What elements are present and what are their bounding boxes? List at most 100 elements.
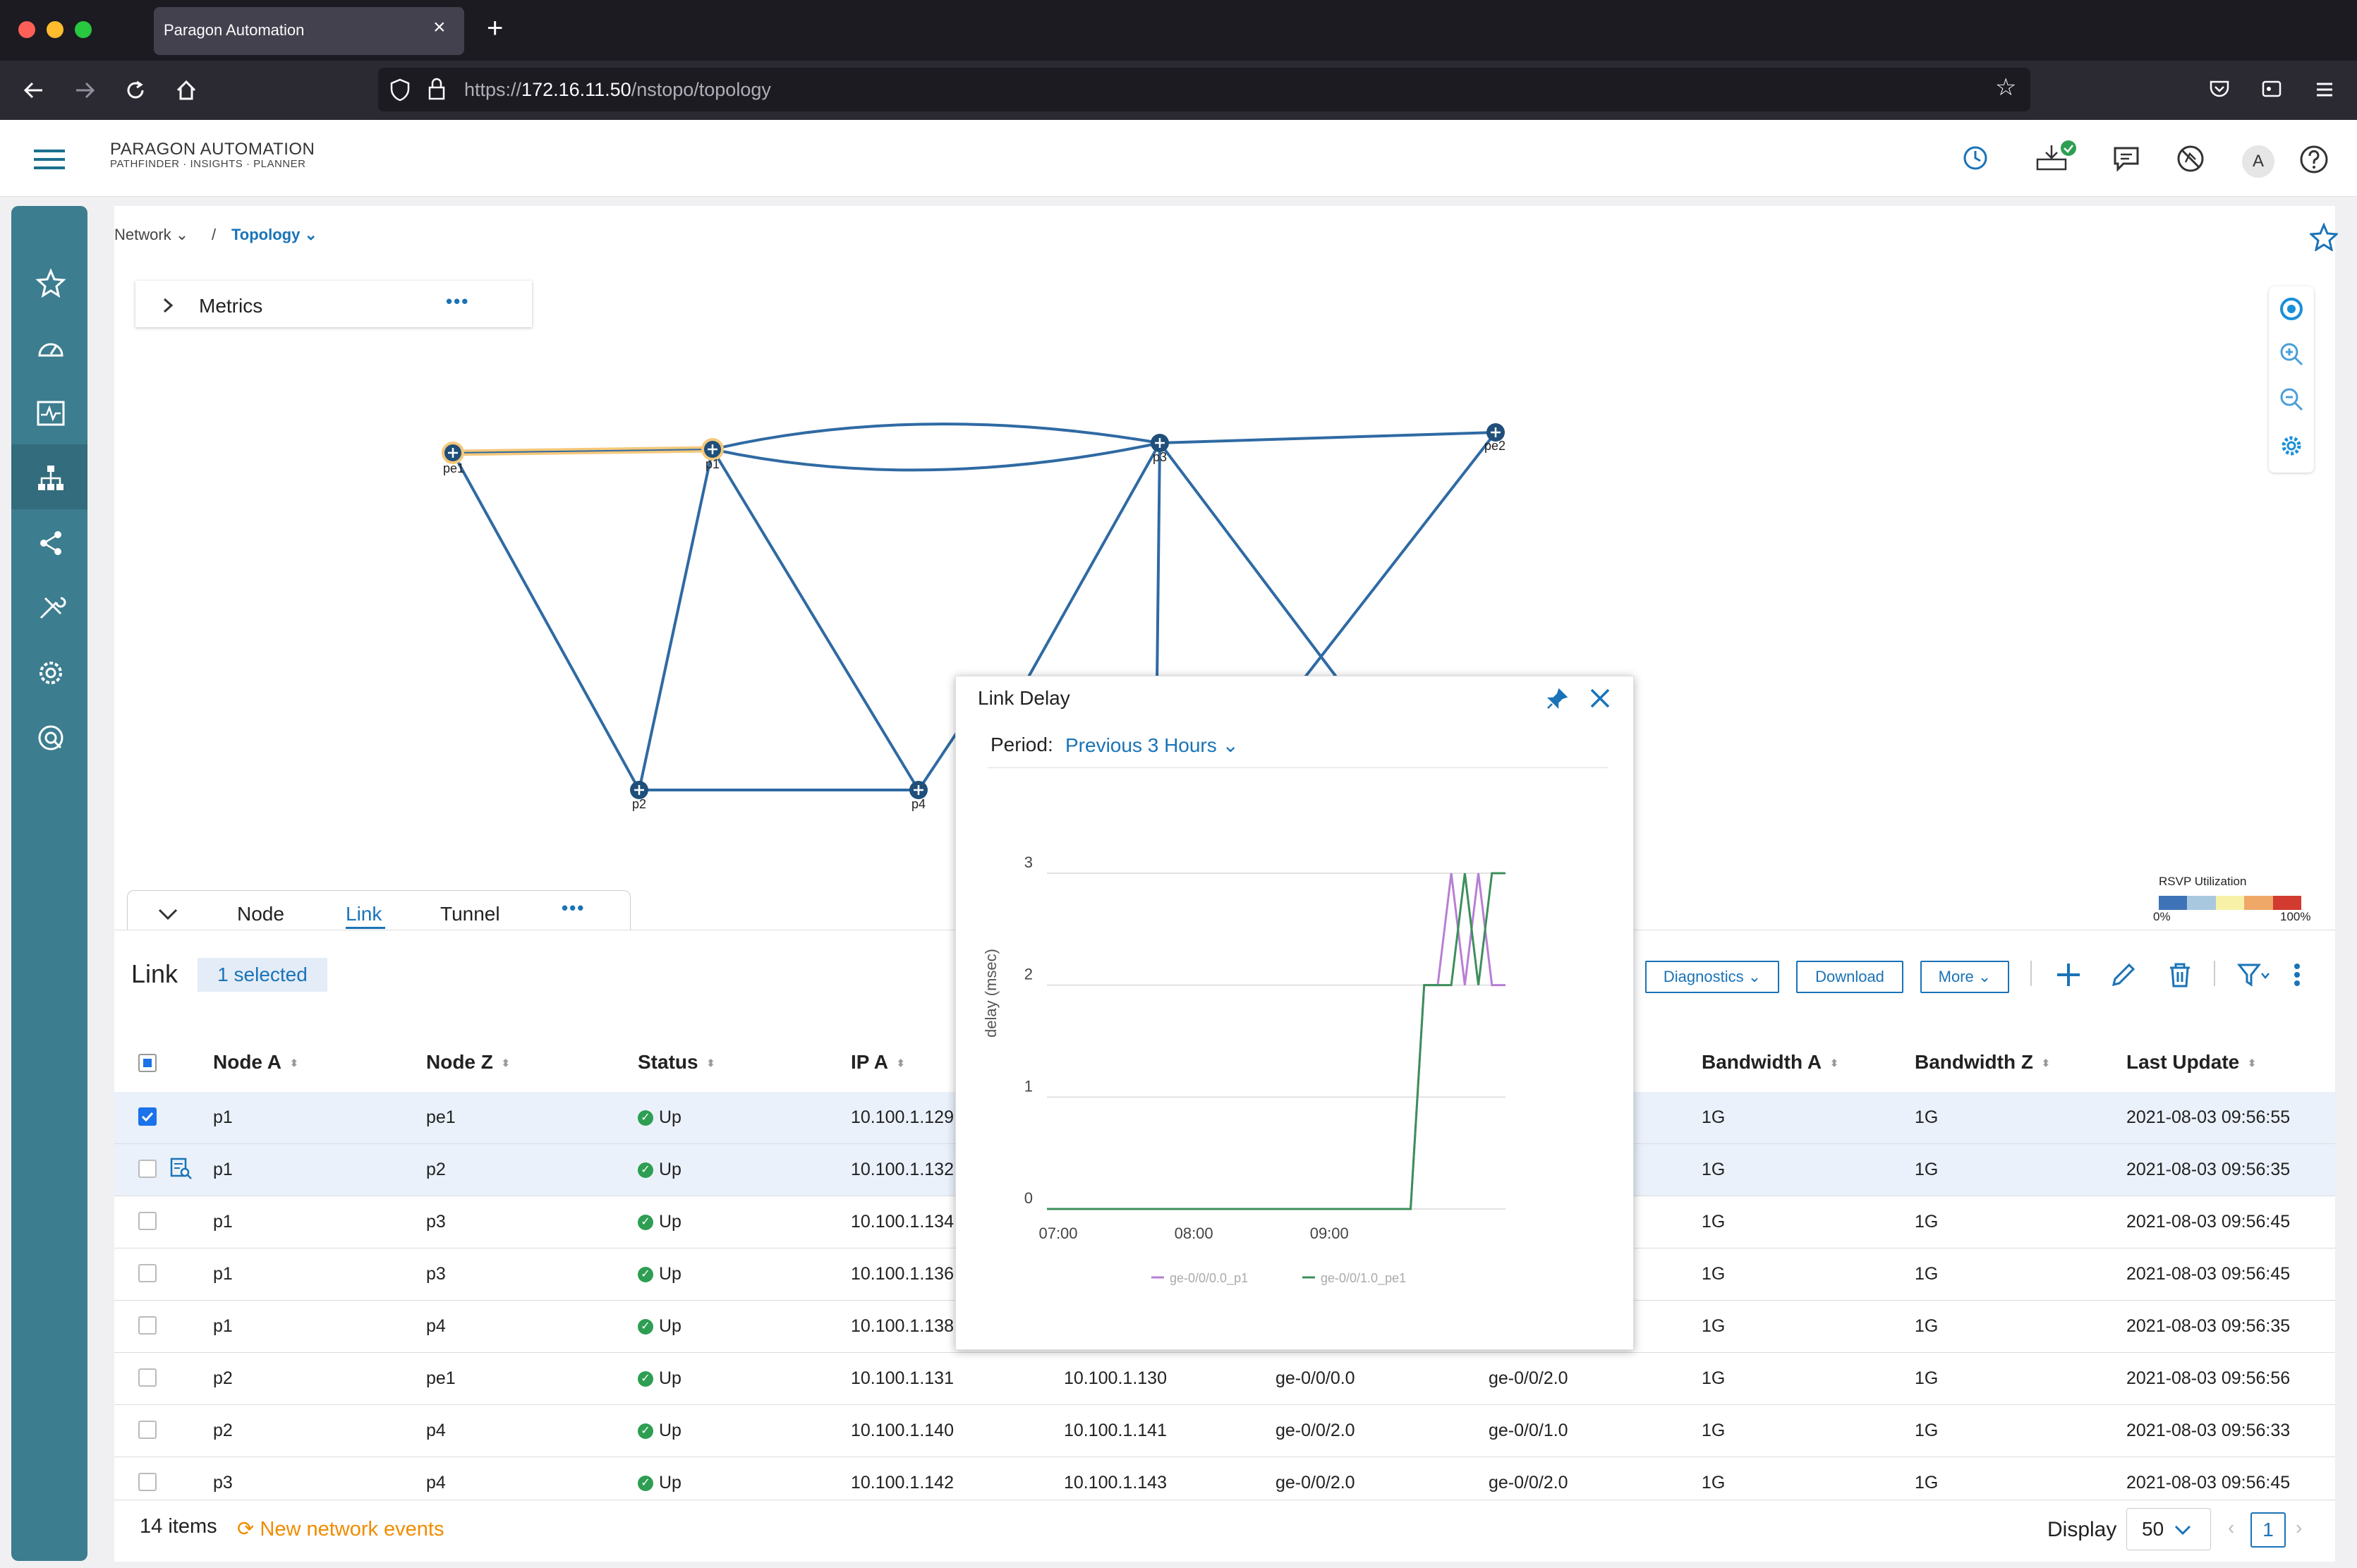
hamburger-menu-icon[interactable] (32, 145, 66, 174)
node-p4[interactable]: p4 (909, 781, 928, 811)
row-checkbox[interactable] (138, 1316, 157, 1335)
minimize-window-button[interactable] (47, 21, 63, 38)
lock-icon[interactable] (426, 76, 447, 102)
nav-dashboard[interactable] (11, 315, 87, 379)
column-header-node-z[interactable]: Node Z ⬍ (426, 1051, 510, 1074)
link-pe2-down[interactable] (1298, 431, 1497, 686)
extension-icon[interactable] (2260, 78, 2283, 100)
tab-node[interactable]: Node (237, 903, 284, 925)
column-header-bandwidth-z[interactable]: Bandwidth Z ⬍ (1915, 1051, 2050, 1074)
add-icon[interactable] (2054, 961, 2083, 989)
link-p4-up[interactable] (917, 725, 962, 791)
close-icon[interactable] (1587, 686, 1613, 711)
diagnostics-button[interactable]: Diagnostics ⌄ (1645, 961, 1779, 993)
prev-page-button[interactable]: ‹ (2228, 1517, 2234, 1539)
link-p3-right[interactable] (1158, 442, 1343, 686)
shield-icon[interactable] (389, 78, 411, 102)
next-page-button[interactable]: › (2296, 1517, 2302, 1539)
link-p3-pe2[interactable] (1159, 431, 1496, 444)
column-header-bandwidth-a[interactable]: Bandwidth A ⬍ (1702, 1051, 1838, 1074)
edit-pencil-icon[interactable] (2109, 961, 2138, 989)
column-header-ip-a[interactable]: IP A ⬍ (851, 1051, 905, 1074)
row-checkbox[interactable] (138, 1107, 157, 1126)
row-checkbox[interactable] (138, 1473, 157, 1491)
nav-settings[interactable] (11, 639, 87, 704)
map-settings-gear-icon[interactable] (2279, 433, 2304, 458)
browser-menu-icon[interactable] (2314, 79, 2335, 100)
node-p2[interactable]: p2 (630, 781, 648, 811)
link-p1-p4[interactable] (711, 448, 920, 791)
row-details-icon[interactable] (169, 1157, 193, 1181)
table-row[interactable]: p3 p4 ✓ Up 10.100.1.142 10.100.1.143 ge-0… (114, 1457, 2335, 1500)
link-pe1-p2[interactable] (452, 452, 641, 791)
table-row[interactable]: p2 p4 ✓ Up 10.100.1.140 10.100.1.141 ge-0… (114, 1405, 2335, 1457)
delete-trash-icon[interactable] (2166, 961, 2194, 989)
zoom-out-icon[interactable] (2279, 387, 2304, 412)
table-row[interactable]: p2 pe1 ✓ Up 10.100.1.131 10.100.1.130 ge-… (114, 1353, 2335, 1405)
node-p1[interactable]: p1 (701, 438, 724, 471)
link-p1-p2[interactable] (638, 449, 714, 791)
chevron-down-icon[interactable] (2173, 1524, 2193, 1538)
link-p3-p4[interactable] (1023, 442, 1161, 685)
url-text[interactable]: https://172.16.11.50/nstopo/topology (464, 79, 771, 101)
more-actions-button[interactable]: More ⌄ (1920, 961, 2009, 993)
user-avatar[interactable]: A (2242, 145, 2274, 178)
breadcrumb-topology[interactable]: Topology ⌄ (231, 226, 317, 244)
forward-icon[interactable] (72, 79, 97, 102)
node-p3[interactable]: p3 (1151, 434, 1169, 464)
pin-icon[interactable] (1545, 687, 1569, 711)
new-tab-button[interactable]: + (487, 13, 503, 44)
chevron-right-icon[interactable] (161, 296, 175, 315)
page-size-select[interactable] (2126, 1508, 2211, 1550)
nav-share[interactable] (11, 509, 87, 574)
help-icon[interactable] (2298, 144, 2329, 175)
clock-icon[interactable] (1961, 144, 1989, 172)
close-tab-icon[interactable]: × (433, 16, 446, 39)
node-pe2[interactable]: pe2 (1484, 423, 1505, 453)
favorite-star-icon[interactable] (2310, 223, 2338, 251)
tab-link[interactable]: Link (346, 903, 382, 925)
column-header-last-update[interactable]: Last Update ⬍ (2126, 1051, 2256, 1074)
reload-icon[interactable] (123, 78, 148, 103)
filter-icon[interactable] (2236, 961, 2270, 989)
nav-tools[interactable] (11, 574, 87, 639)
link-p1-p3-upper[interactable] (712, 423, 1161, 451)
nav-favorites[interactable] (11, 250, 87, 315)
current-page[interactable]: 1 (2250, 1512, 2286, 1548)
kebab-menu-icon[interactable] (2290, 961, 2304, 989)
recenter-icon[interactable] (2279, 296, 2304, 322)
device-status-icon[interactable] (2032, 138, 2077, 175)
nav-monitoring[interactable] (11, 379, 87, 444)
row-checkbox[interactable] (138, 1421, 157, 1439)
row-checkbox[interactable] (138, 1160, 157, 1178)
pocket-icon[interactable] (2208, 78, 2231, 100)
node-pe1[interactable]: pe1 (442, 442, 464, 475)
alarm-off-icon[interactable] (2176, 144, 2205, 174)
tabs-more-button[interactable]: ••• (562, 897, 585, 919)
maximize-window-button[interactable] (75, 21, 92, 38)
home-icon[interactable] (174, 78, 199, 103)
row-checkbox[interactable] (138, 1212, 157, 1230)
close-window-button[interactable] (18, 21, 35, 38)
monitor-pulse-icon (37, 401, 65, 426)
new-network-events-link[interactable]: ⟳ New network events (237, 1517, 444, 1541)
column-header-node-a[interactable]: Node A ⬍ (213, 1051, 298, 1074)
zoom-in-icon[interactable] (2279, 341, 2304, 367)
nav-network-topology[interactable] (11, 444, 87, 509)
column-header-status[interactable]: Status ⬍ (638, 1051, 715, 1074)
tab-tunnel[interactable]: Tunnel (440, 903, 500, 925)
period-dropdown[interactable]: Previous 3 Hours ⌄ (1065, 734, 1239, 757)
metrics-more-button[interactable]: ••• (446, 291, 469, 312)
link-p1-p3-lower[interactable] (712, 442, 1161, 472)
row-checkbox[interactable] (138, 1368, 157, 1387)
download-button[interactable]: Download (1796, 961, 1903, 993)
back-icon[interactable] (21, 79, 47, 102)
messages-icon[interactable] (2112, 144, 2140, 172)
bookmark-star-icon[interactable]: ☆ (1995, 73, 2016, 102)
collapse-chevron-icon[interactable] (157, 906, 179, 923)
row-checkbox[interactable] (138, 1264, 157, 1282)
breadcrumb-network[interactable]: Network ⌄ (114, 226, 188, 244)
link-p3-down[interactable] (1156, 442, 1161, 685)
nav-search[interactable] (11, 704, 87, 769)
select-all-checkbox[interactable] (138, 1054, 157, 1072)
